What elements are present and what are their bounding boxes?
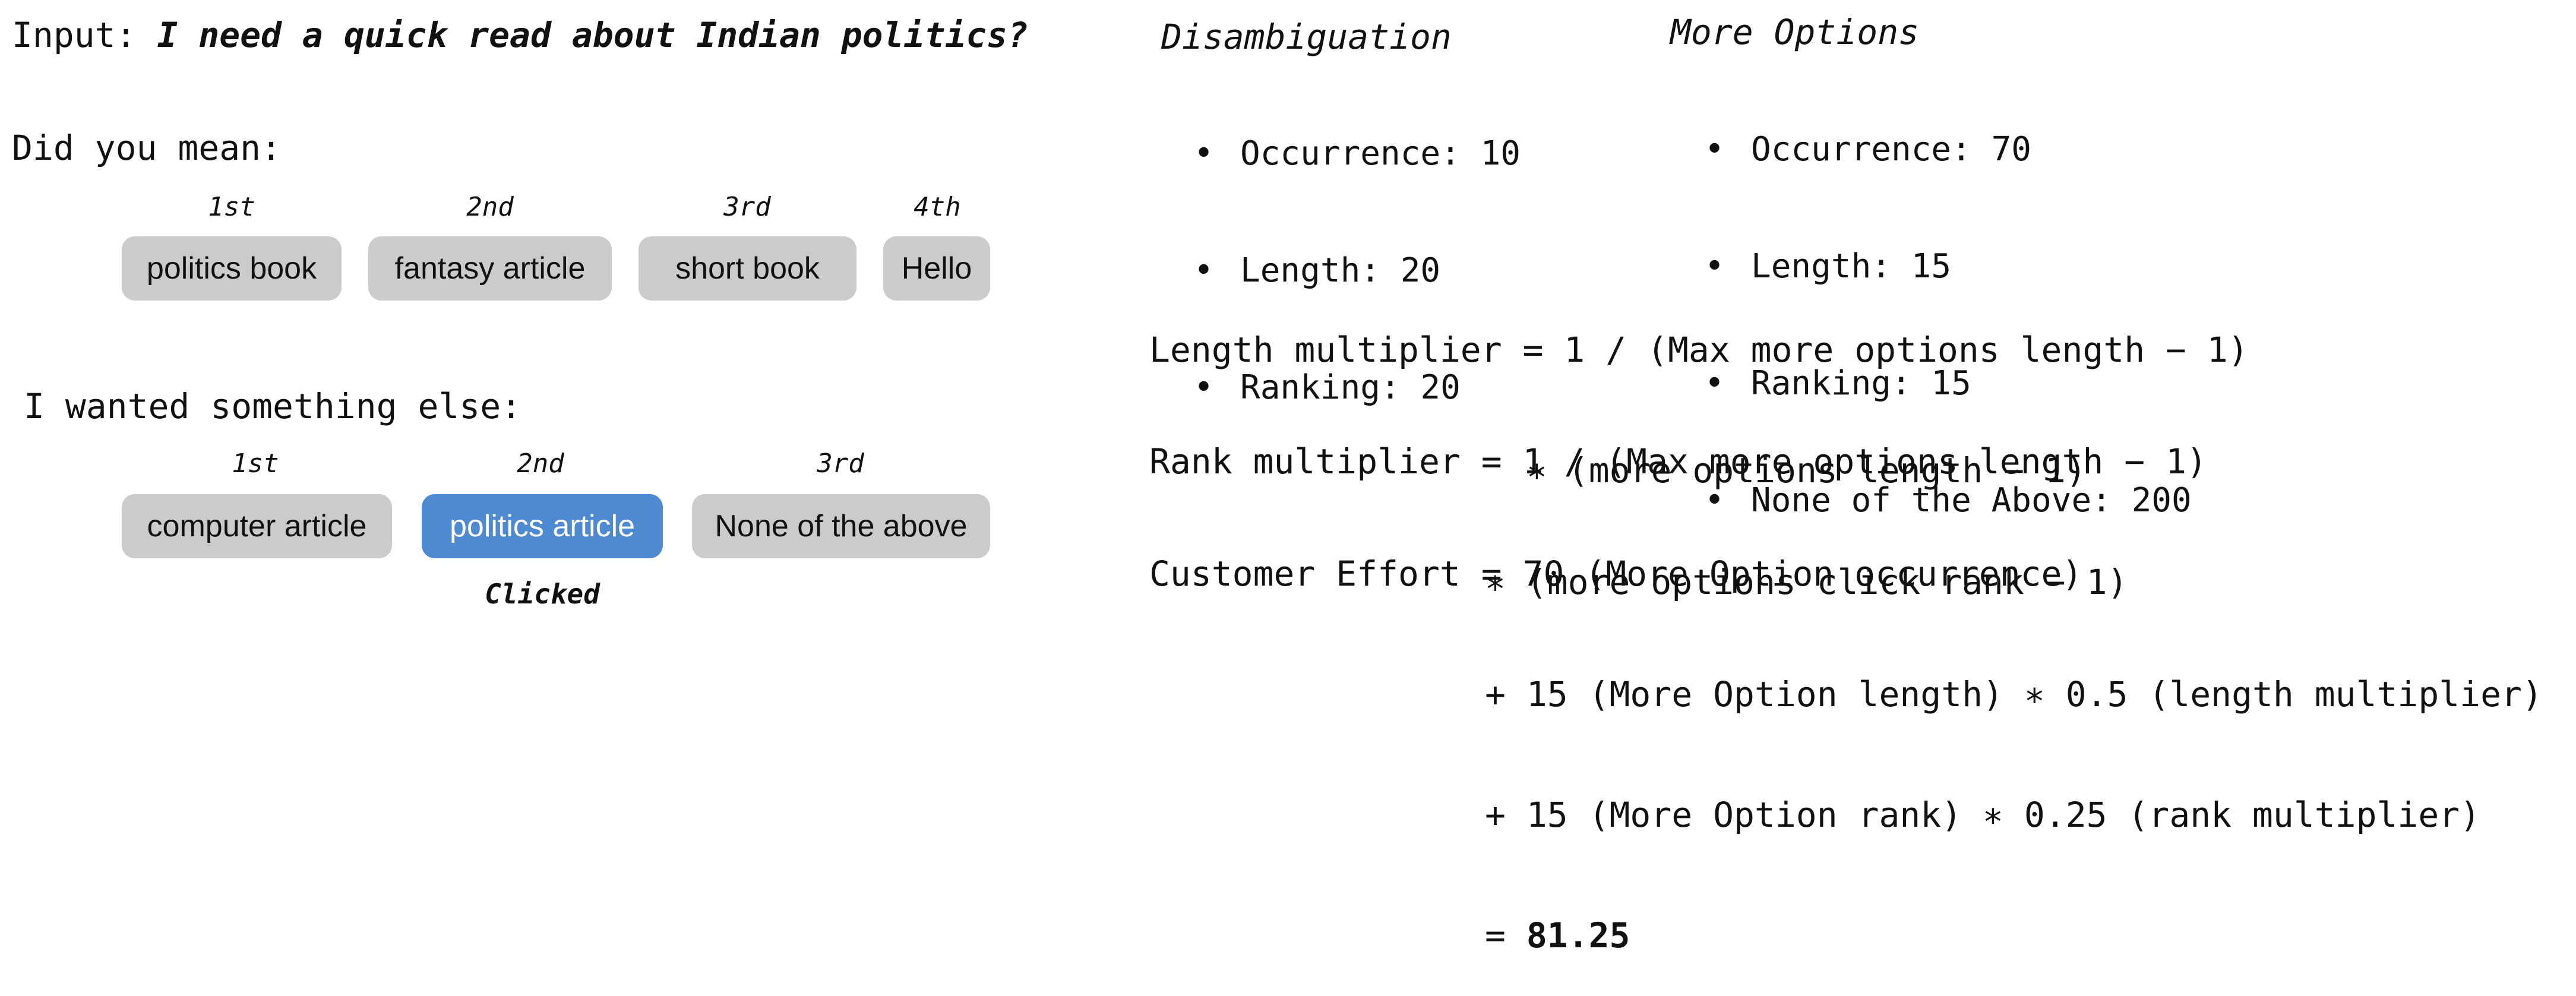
did-you-mean-rank-3: 3rd: [723, 192, 771, 222]
input-label: Input:: [12, 15, 137, 55]
option-computer-article-button[interactable]: computer article: [122, 494, 392, 558]
customer-effort-result-line: = 81.25: [1149, 916, 2543, 956]
customer-effort-line1: = 70 (More Option occurrence): [1481, 554, 2083, 594]
more-options-item: Occurrence: 70: [1693, 129, 2192, 169]
more-options-title: More Options: [1670, 12, 1920, 52]
customer-effort-formula: Customer Effort = 70 (More Option occurr…: [1149, 473, 2543, 996]
input-line: Input: I need a quick read about Indian …: [12, 15, 1028, 55]
something-else-heading: I wanted something else:: [24, 386, 522, 426]
customer-effort-line3: + 15 (More Option rank) ∗ 0.25 (rank mul…: [1485, 795, 2481, 835]
did-you-mean-rank-1: 1st: [208, 192, 255, 222]
option-politics-book-button[interactable]: politics book: [122, 236, 342, 301]
customer-effort-lhs: Customer Effort: [1149, 554, 1461, 594]
option-short-book-button[interactable]: short book: [639, 236, 856, 301]
disambiguation-title: Disambiguation: [1161, 17, 1452, 57]
clicked-label: Clicked: [485, 578, 600, 610]
something-else-rank-2: 2nd: [517, 448, 564, 479]
option-hello-button[interactable]: Hello: [883, 236, 990, 301]
option-none-of-the-above-button[interactable]: None of the above: [692, 494, 990, 558]
input-query: I need a quick read about Indian politic…: [157, 15, 1029, 55]
did-you-mean-heading: Did you mean:: [12, 128, 282, 168]
did-you-mean-rank-4: 4th: [914, 192, 961, 222]
customer-effort-result-prefix: =: [1485, 915, 1526, 956]
customer-effort-result: 81.25: [1526, 915, 1630, 956]
customer-effort-line2: + 15 (More Option length) ∗ 0.5 (length …: [1485, 674, 2543, 714]
did-you-mean-rank-2: 2nd: [466, 192, 514, 222]
disambiguation-item: Occurrence: 10: [1182, 134, 1521, 173]
something-else-rank-3: 3rd: [817, 448, 864, 479]
option-politics-article-button[interactable]: politics article: [422, 494, 663, 558]
option-fantasy-article-button[interactable]: fantasy article: [368, 236, 612, 301]
something-else-rank-1: 1st: [232, 448, 279, 479]
